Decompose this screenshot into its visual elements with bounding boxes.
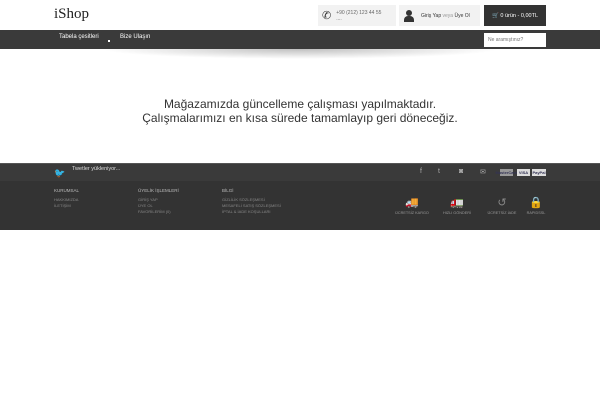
register-link[interactable]: Üye Ol: [454, 13, 469, 19]
col-title: BİLGİ: [222, 188, 234, 193]
message-line-1: Mağazamızda güncelleme çalışması yapılma…: [163, 97, 437, 111]
fast-truck-icon: 🚛: [450, 197, 464, 209]
phone-box: ✆ +90 (212) 123 44 55....: [318, 5, 396, 26]
visa-logo: VISA: [517, 169, 530, 176]
search-input[interactable]: [484, 33, 546, 47]
footer-col-bilgi: BİLGİ GİZLİLİK SÖZLEŞMESİ MESAFELİ SATIŞ S…: [222, 188, 281, 215]
col-title: KURUMSAL: [54, 188, 80, 193]
col-title: ÜYELİK İŞLEMLERİ: [138, 188, 179, 193]
or-text: veya: [442, 12, 454, 19]
footer-col-uyelik: ÜYELİK İŞLEMLERİ GİRİŞ YAP ÜYE OL FAVORİLER…: [138, 188, 179, 215]
phone-number: +90 (212) 123 44 55: [336, 9, 382, 16]
login-box: Giriş Yap veya Üye Ol: [399, 5, 480, 26]
dropdown-indicator: [108, 40, 110, 42]
twitter-icon[interactable]: t: [438, 168, 440, 175]
phone-icon: ✆: [322, 10, 332, 22]
login-link[interactable]: Giriş Yap: [421, 13, 441, 19]
return-icon: ↺: [497, 197, 507, 209]
badge-free-return: ↺ ÜCRETSİZ İADE: [482, 196, 522, 215]
footer-col-kurumsal: KURUMSAL HAKKIMIZDA İLETİŞİM: [54, 188, 79, 209]
nav-item-tabela[interactable]: Tabela çesitleri: [59, 34, 99, 40]
badge-rapidssl: 🔒 RAPIDSSL: [522, 196, 550, 215]
truck-icon: 🚚: [405, 197, 419, 209]
footer-link[interactable]: FAVORİLERİM (0): [138, 209, 179, 215]
badge-label: RAPIDSSL: [526, 211, 546, 215]
cart-button[interactable]: 🛒 0 ürün - 0,00TL: [484, 5, 546, 26]
paypal-logo: PayPal: [532, 169, 546, 176]
facebook-icon[interactable]: f: [420, 168, 422, 175]
nav-shadow: [100, 49, 500, 59]
cart-icon: 🛒: [492, 12, 501, 19]
footer-link[interactable]: İPTAL & İADE KOŞULLARI: [222, 209, 281, 215]
footer-link[interactable]: İLETİŞİM: [54, 203, 79, 209]
footer-top: 🐦 Twetler yükleniyor... f t ◙ ✉ MasterCa…: [0, 163, 600, 181]
nav-item-contact[interactable]: Bize Ulaşın: [120, 34, 150, 40]
instagram-icon[interactable]: ◙: [459, 168, 463, 175]
badge-label: ÜCRETSİZ KARGO: [395, 211, 429, 215]
badge-label: HIZLI GÖNDERİ: [442, 211, 472, 215]
email-icon[interactable]: ✉: [480, 168, 486, 176]
maintenance-message: Mağazamızda güncelleme çalışması yapılma…: [0, 97, 600, 125]
user-icon: [404, 9, 414, 22]
twitter-bird-icon: 🐦: [54, 168, 66, 178]
phone-sub: ....: [336, 15, 342, 22]
message-line-2: Çalışmalarımızı en kısa sürede tamamlayı…: [142, 111, 458, 125]
footer-bottom: KURUMSAL HAKKIMIZDA İLETİŞİM ÜYELİK İŞLEML…: [0, 181, 600, 230]
badge-label: ÜCRETSİZ İADE: [487, 211, 517, 215]
logo[interactable]: iShop: [54, 6, 89, 23]
tweets-status: Twetler yükleniyor...: [72, 166, 121, 172]
cart-summary: 0 ürün - 0,00TL: [500, 12, 538, 19]
badge-free-shipping: 🚚 ÜCRETSİZ KARGO: [392, 196, 432, 215]
badge-fast-delivery: 🚛 HIZLI GÖNDERİ: [437, 196, 477, 215]
lock-icon: 🔒: [529, 197, 543, 209]
mastercard-logo: MasterCard: [495, 169, 518, 176]
main-nav: Tabela çesitleri Bize Ulaşın: [0, 30, 600, 49]
